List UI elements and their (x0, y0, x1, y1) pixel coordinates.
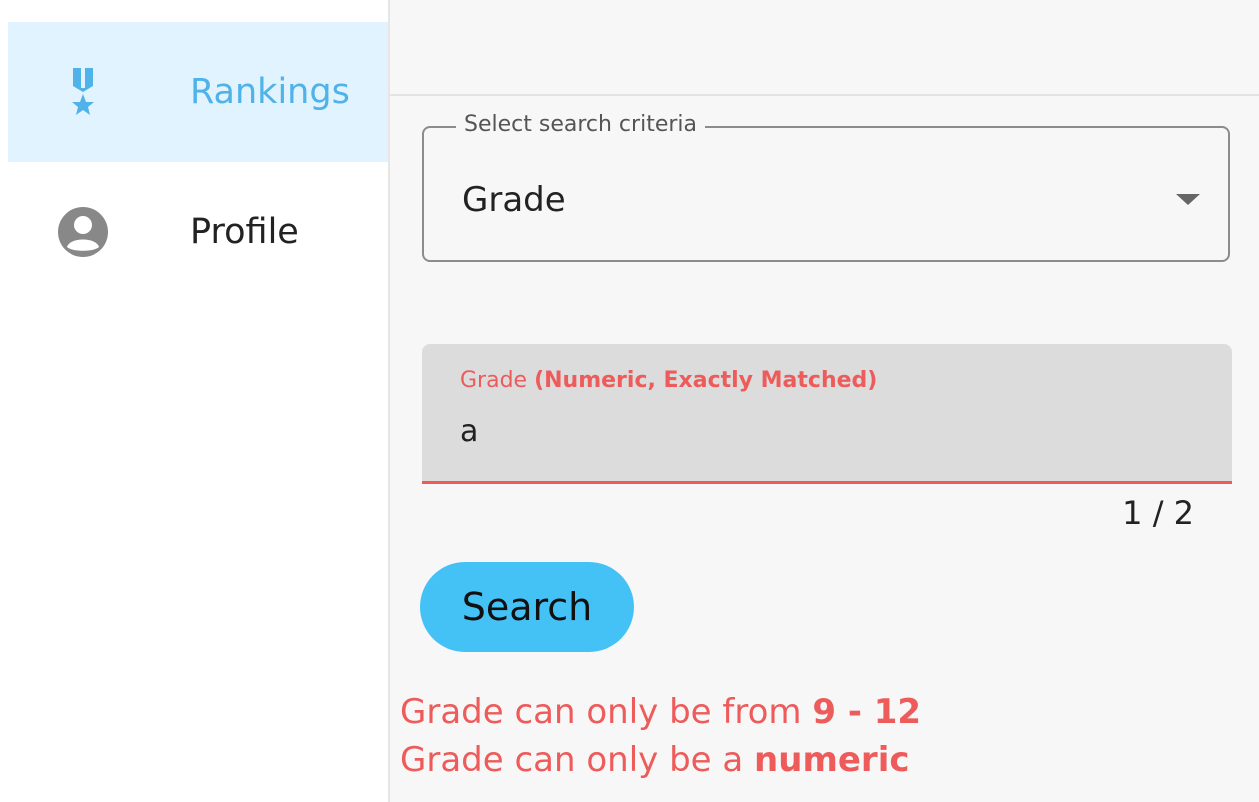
character-counter: 1 / 2 (1122, 494, 1194, 532)
sidebar-item-profile[interactable]: Profile (8, 162, 388, 302)
account-icon (55, 204, 111, 260)
search-panel: Select search criteria Grade Grade (Nume… (390, 96, 1259, 802)
search-criteria-select[interactable]: Select search criteria Grade (422, 112, 1230, 262)
chevron-down-icon[interactable] (1176, 194, 1200, 205)
grade-field[interactable]: Grade (Numeric, Exactly Matched) (422, 344, 1232, 484)
sidebar: Rankings Profile (0, 0, 390, 802)
sidebar-item-label: Profile (190, 212, 299, 252)
search-criteria-label: Select search criteria (456, 112, 705, 137)
error-message: Grade can only be a numeric (400, 740, 910, 780)
top-bar (390, 0, 1259, 96)
error-message: Grade can only be from 9 - 12 (400, 692, 922, 732)
sidebar-item-rankings[interactable]: Rankings (8, 22, 388, 162)
validation-errors: Grade can only be from 9 - 12 Grade can … (400, 688, 1240, 784)
search-criteria-value: Grade (462, 180, 566, 220)
medal-icon (55, 64, 111, 120)
grade-input[interactable] (460, 414, 1180, 449)
sidebar-item-label: Rankings (190, 72, 350, 112)
grade-field-label: Grade (Numeric, Exactly Matched) (460, 368, 878, 393)
search-button[interactable]: Search (420, 562, 634, 652)
